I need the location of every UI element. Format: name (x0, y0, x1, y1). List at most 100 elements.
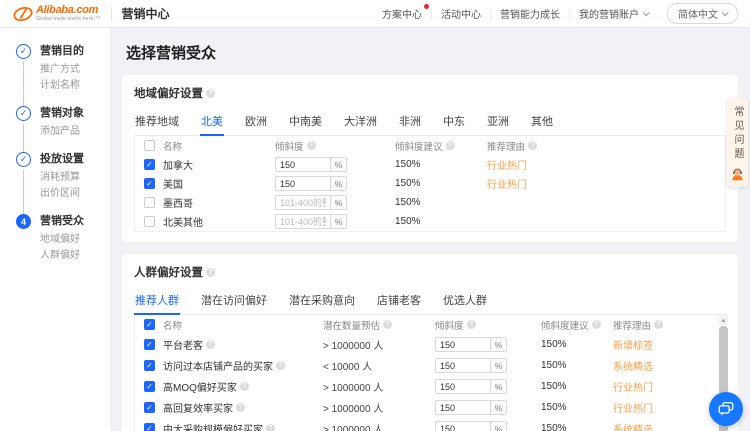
tab-item[interactable]: 潜在访问偏好 (200, 288, 268, 314)
column-header-tilt: 倾斜度 ? (435, 318, 541, 332)
info-icon[interactable]: ? (206, 340, 215, 349)
region-table: 名称 倾斜度 ? 倾斜度建议 ? 推荐理由 ? ✓ 加拿大 % (134, 136, 726, 232)
info-icon[interactable]: ? (528, 141, 537, 150)
topbar-nav-item[interactable]: 方案中心 (373, 8, 432, 20)
audience-table-header: ✓ 名称 潜在数量预估 ? 倾斜度 ? 倾斜度建议 ? 推荐理由 ? (135, 315, 725, 334)
step-indicator: ✓ (16, 152, 31, 167)
row-checkbox[interactable]: ✓ (144, 178, 155, 189)
topbar-nav-item[interactable]: 我的营销账户 (570, 8, 657, 20)
step-subitems: 推广方式计划名称 (40, 62, 110, 94)
step-sub-item[interactable]: 推广方式 (40, 62, 110, 78)
alibaba-logo[interactable]: Alibaba.com Global trade starts here.™ (12, 5, 101, 23)
step-sub-item[interactable]: 出价区间 (40, 186, 110, 202)
tab-item[interactable]: 推荐地域 (134, 109, 180, 135)
topbar-divider (111, 7, 112, 21)
estimate-value: > 1000000 人 (323, 337, 435, 352)
tilt-input-group: % (275, 214, 347, 229)
step-sub-item[interactable]: 人群偏好 (40, 248, 110, 264)
row-checkbox[interactable]: ✓ (144, 381, 155, 392)
row-checkbox[interactable] (144, 216, 155, 227)
step-title[interactable]: 营销目的 (40, 44, 110, 59)
recommend-reason: 系统精选 (613, 358, 725, 373)
audience-name: 中大采购规模偏好买家 (163, 421, 263, 431)
info-icon[interactable]: ? (307, 141, 316, 150)
info-icon[interactable]: ? (236, 403, 245, 412)
tab-item[interactable]: 中南美 (288, 109, 323, 135)
tab-item[interactable]: 潜在采购意向 (288, 288, 356, 314)
scrollbar-up-arrow-icon[interactable]: ▲ (719, 316, 728, 325)
info-icon[interactable]: ? (266, 424, 275, 431)
info-icon[interactable]: ? (206, 89, 215, 98)
row-checkbox[interactable]: ✓ (144, 159, 155, 170)
tab-item[interactable]: 优选人群 (442, 288, 488, 314)
topbar-nav: 方案中心 活动中心 营销能力成长 我的营销账户 (373, 8, 657, 20)
column-header-estimate-label: 潜在数量预估 (323, 318, 380, 332)
tilt-input-group: % (275, 195, 347, 210)
recommend-reason: 系统精选 (613, 421, 725, 431)
tilt-input[interactable] (436, 380, 490, 393)
step-sub-item[interactable]: 地域偏好 (40, 232, 110, 248)
step-sub-item[interactable]: 消耗预算 (40, 170, 110, 186)
row-checkbox[interactable]: ✓ (144, 423, 155, 431)
column-header-name: 名称 (163, 139, 275, 153)
info-icon[interactable]: ? (276, 361, 285, 370)
step-title[interactable]: 营销受众 (40, 214, 110, 229)
info-icon[interactable]: ? (446, 141, 455, 150)
check-icon: ✓ (146, 361, 153, 370)
stepper: ✓ 营销目的 推广方式计划名称 ✓ 营销对象 添加产品 ✓ 投放设置 消耗预算出… (16, 44, 110, 276)
tab-item[interactable]: 大洋洲 (343, 109, 378, 135)
row-checkbox[interactable] (144, 197, 155, 208)
tab-item[interactable]: 推荐人群 (134, 288, 180, 314)
step-subitems: 地域偏好人群偏好 (40, 232, 110, 264)
step-title[interactable]: 营销对象 (40, 106, 110, 121)
step-title[interactable]: 投放设置 (40, 152, 110, 167)
info-icon[interactable]: ? (383, 320, 392, 329)
tab-item[interactable]: 其他 (530, 109, 554, 135)
tilt-input[interactable] (436, 401, 490, 414)
audience-table-row: ✓ 中大采购规模偏好买家 ? > 1000000 人 % 150% 系统精选 (135, 418, 725, 431)
tilt-input[interactable] (276, 196, 330, 209)
row-checkbox[interactable]: ✓ (144, 339, 155, 350)
tab-item[interactable]: 欧洲 (244, 109, 268, 135)
tilt-input[interactable] (436, 422, 490, 431)
tilt-input[interactable] (276, 158, 330, 171)
tilt-suggestion-value: 150% (395, 216, 487, 227)
info-icon[interactable]: ? (654, 320, 663, 329)
column-header-suggestion-label: 倾斜度建议 (395, 139, 443, 153)
tab-item[interactable]: 中东 (442, 109, 466, 135)
info-icon[interactable]: ? (467, 320, 476, 329)
step-sub-item[interactable]: 添加产品 (40, 124, 110, 140)
column-header-estimate: 潜在数量预估 ? (323, 318, 435, 332)
tab-item[interactable]: 亚洲 (486, 109, 510, 135)
row-checkbox[interactable]: ✓ (144, 360, 155, 371)
audience-table: ✓ 名称 潜在数量预估 ? 倾斜度 ? 倾斜度建议 ? 推荐理由 ? (134, 315, 726, 431)
row-checkbox[interactable]: ✓ (144, 402, 155, 413)
select-all-checkbox[interactable]: ✓ (144, 319, 155, 330)
tilt-input[interactable] (436, 359, 490, 372)
tilt-input[interactable] (276, 177, 330, 190)
check-icon: ✓ (146, 320, 153, 329)
topbar-nav-item[interactable]: 活动中心 (432, 8, 491, 20)
faq-side-tab[interactable]: 常见问题 (727, 98, 748, 187)
tilt-suggestion-value: 150% (395, 197, 487, 208)
tilt-suggestion-value: 150% (541, 381, 613, 392)
language-selector[interactable]: 简体中文 (667, 3, 738, 24)
info-icon[interactable]: ? (592, 320, 601, 329)
tab-item[interactable]: 非洲 (398, 109, 422, 135)
audience-name-cell: 访问过本店铺产品的买家 ? (163, 358, 323, 373)
step-indicator: ✓ (16, 44, 31, 59)
info-icon[interactable]: ? (206, 268, 215, 277)
tilt-input[interactable] (276, 215, 330, 228)
stepper-step: ✓ 营销目的 推广方式计划名称 (16, 44, 110, 106)
tab-item[interactable]: 北美 (200, 109, 224, 135)
topbar-nav-item[interactable]: 营销能力成长 (491, 8, 570, 20)
language-label: 简体中文 (678, 6, 718, 21)
chat-button[interactable] (709, 392, 743, 426)
tab-item[interactable]: 店铺老客 (376, 288, 422, 314)
info-icon[interactable]: ? (240, 382, 249, 391)
check-icon: ✓ (146, 382, 153, 391)
step-sub-item[interactable]: 计划名称 (40, 78, 110, 94)
select-all-checkbox[interactable] (144, 140, 155, 151)
tilt-input[interactable] (436, 338, 490, 351)
logo-tagline: Global trade starts here.™ (36, 17, 101, 23)
